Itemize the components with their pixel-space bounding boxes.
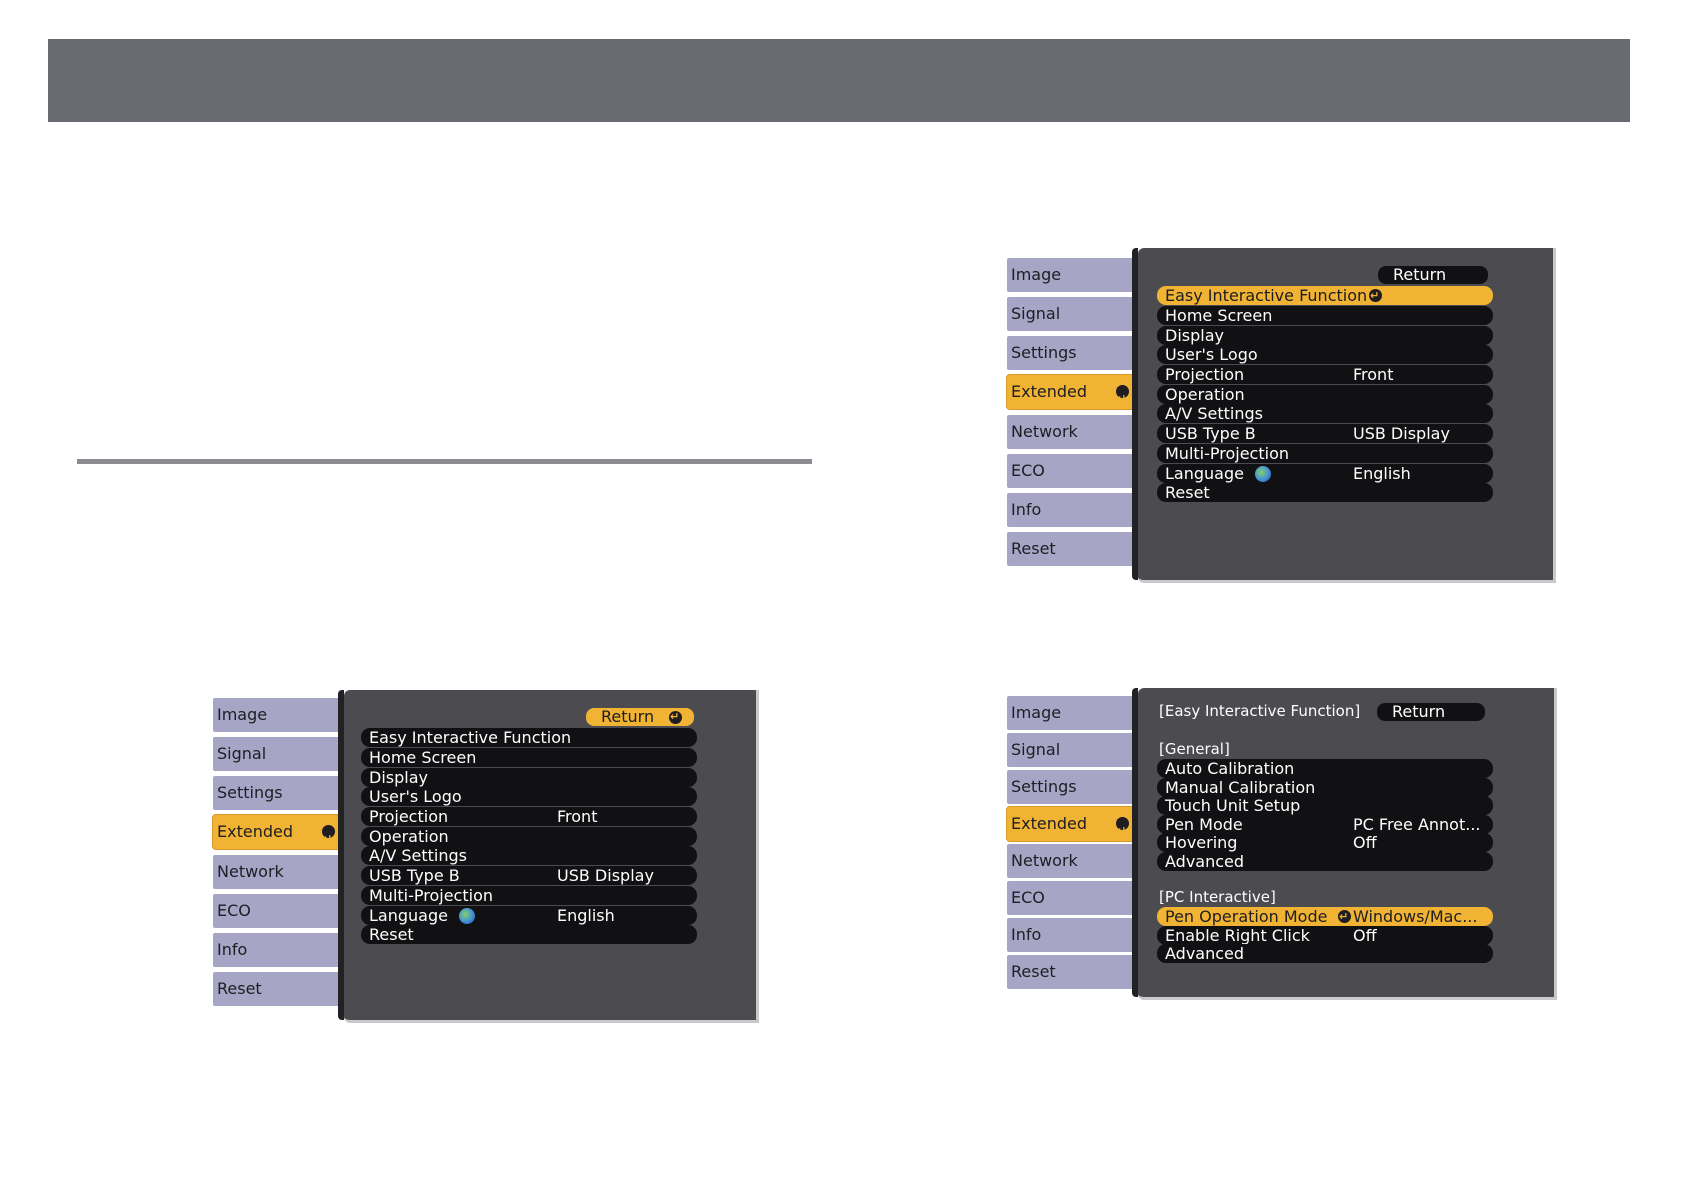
usb-type-b-value: USB Display xyxy=(557,866,654,885)
tab-image[interactable]: Image xyxy=(1007,696,1133,730)
tab-signal[interactable]: Signal xyxy=(1007,297,1133,331)
tab-settings[interactable]: Settings xyxy=(213,776,339,810)
tab-settings[interactable]: Settings xyxy=(1007,770,1133,804)
tab-extended[interactable]: Extended xyxy=(1007,807,1135,848)
tab-network[interactable]: Network xyxy=(1007,844,1133,878)
menu-item-users-logo[interactable]: User's Logo xyxy=(1157,345,1493,364)
section-divider xyxy=(77,459,812,464)
language-value: English xyxy=(1353,464,1411,483)
menu-item-operation[interactable]: Operation xyxy=(361,827,697,846)
menu-item-pen-operation-mode[interactable]: Pen Operation ModeWindows/Mac... xyxy=(1157,907,1493,926)
menu-item-av-settings[interactable]: A/V Settings xyxy=(361,846,697,865)
globe-icon xyxy=(1255,466,1271,482)
projection-value: Front xyxy=(1353,365,1394,384)
usb-type-b-value: USB Display xyxy=(1353,424,1450,443)
submenu-panel: Return Easy Interactive Function Home Sc… xyxy=(1132,248,1556,583)
tab-extended[interactable]: Extended xyxy=(213,815,341,856)
menu-item-auto-calibration[interactable]: Auto Calibration xyxy=(1157,759,1493,778)
menu-item-hovering[interactable]: Hovering Off xyxy=(1157,833,1493,852)
general-section-title: [General] xyxy=(1159,740,1230,758)
tab-extended[interactable]: Extended xyxy=(1007,375,1135,416)
enter-icon xyxy=(1116,814,1129,848)
menu-item-users-logo[interactable]: User's Logo xyxy=(361,787,697,806)
enter-icon xyxy=(1369,286,1382,305)
menu-item-usb-type-b[interactable]: USB Type B USB Display xyxy=(361,866,697,885)
tab-eco[interactable]: ECO xyxy=(1007,881,1133,915)
tab-image[interactable]: Image xyxy=(1007,258,1133,292)
pc-interactive-section-title: [PC Interactive] xyxy=(1159,888,1276,906)
return-button[interactable]: Return xyxy=(1378,266,1488,284)
enter-icon xyxy=(669,708,682,726)
menu-item-operation[interactable]: Operation xyxy=(1157,385,1493,404)
tab-signal[interactable]: Signal xyxy=(213,737,339,771)
enable-right-click-value: Off xyxy=(1353,926,1377,945)
tab-reset[interactable]: Reset xyxy=(213,972,339,1006)
pen-operation-mode-value: Windows/Mac... xyxy=(1353,907,1478,926)
menu-item-manual-calibration[interactable]: Manual Calibration xyxy=(1157,778,1493,797)
menu-item-usb-type-b[interactable]: USB Type B USB Display xyxy=(1157,424,1493,443)
menu-item-projection[interactable]: Projection Front xyxy=(361,807,697,826)
tab-network[interactable]: Network xyxy=(213,855,339,889)
tab-info[interactable]: Info xyxy=(213,933,339,967)
return-button[interactable]: Return xyxy=(586,708,694,726)
menu-item-touch-unit-setup[interactable]: Touch Unit Setup xyxy=(1157,796,1493,815)
tab-reset[interactable]: Reset xyxy=(1007,955,1133,989)
submenu-panel: [Easy Interactive Function] Return [Gene… xyxy=(1132,688,1557,1000)
language-value: English xyxy=(557,906,615,925)
globe-icon xyxy=(459,908,475,924)
menu-item-language[interactable]: Language English xyxy=(1157,464,1493,483)
submenu-title: [Easy Interactive Function] xyxy=(1159,702,1361,720)
return-button[interactable]: Return xyxy=(1377,703,1485,721)
menu-item-easy-interactive-function[interactable]: Easy Interactive Function xyxy=(1157,286,1493,305)
tab-eco[interactable]: ECO xyxy=(213,894,339,928)
menu-item-reset[interactable]: Reset xyxy=(361,925,697,944)
enter-icon xyxy=(1338,907,1351,926)
page-header-bar xyxy=(48,39,1630,122)
menu-item-easy-interactive-function[interactable]: Easy Interactive Function xyxy=(361,728,697,747)
menu-item-home-screen[interactable]: Home Screen xyxy=(1157,306,1493,325)
menu-item-av-settings[interactable]: A/V Settings xyxy=(1157,404,1493,423)
projection-value: Front xyxy=(557,807,598,826)
menu-item-display[interactable]: Display xyxy=(1157,326,1493,345)
menu-item-general-advanced[interactable]: Advanced xyxy=(1157,852,1493,871)
menu-item-display[interactable]: Display xyxy=(361,768,697,787)
enter-icon xyxy=(322,822,335,856)
submenu-panel: Return Easy Interactive Function Home Sc… xyxy=(338,690,759,1023)
menu-item-language[interactable]: Language English xyxy=(361,906,697,925)
menu-item-multi-projection[interactable]: Multi-Projection xyxy=(1157,444,1493,463)
tab-signal[interactable]: Signal xyxy=(1007,733,1133,767)
menu-item-reset[interactable]: Reset xyxy=(1157,483,1493,502)
menu-item-multi-projection[interactable]: Multi-Projection xyxy=(361,886,697,905)
tab-eco[interactable]: ECO xyxy=(1007,454,1133,488)
menu-item-projection[interactable]: Projection Front xyxy=(1157,365,1493,384)
tab-image[interactable]: Image xyxy=(213,698,339,732)
tab-settings[interactable]: Settings xyxy=(1007,336,1133,370)
tab-network[interactable]: Network xyxy=(1007,415,1133,449)
menu-item-enable-right-click[interactable]: Enable Right Click Off xyxy=(1157,926,1493,945)
tab-info[interactable]: Info xyxy=(1007,918,1133,952)
enter-icon xyxy=(1116,382,1129,416)
pen-mode-value: PC Free Annot... xyxy=(1353,815,1481,834)
tab-info[interactable]: Info xyxy=(1007,493,1133,527)
hovering-value: Off xyxy=(1353,833,1377,852)
tab-reset[interactable]: Reset xyxy=(1007,532,1133,566)
menu-item-pc-advanced[interactable]: Advanced xyxy=(1157,944,1493,963)
menu-item-pen-mode[interactable]: Pen Mode PC Free Annot... xyxy=(1157,815,1493,834)
menu-item-home-screen[interactable]: Home Screen xyxy=(361,748,697,767)
